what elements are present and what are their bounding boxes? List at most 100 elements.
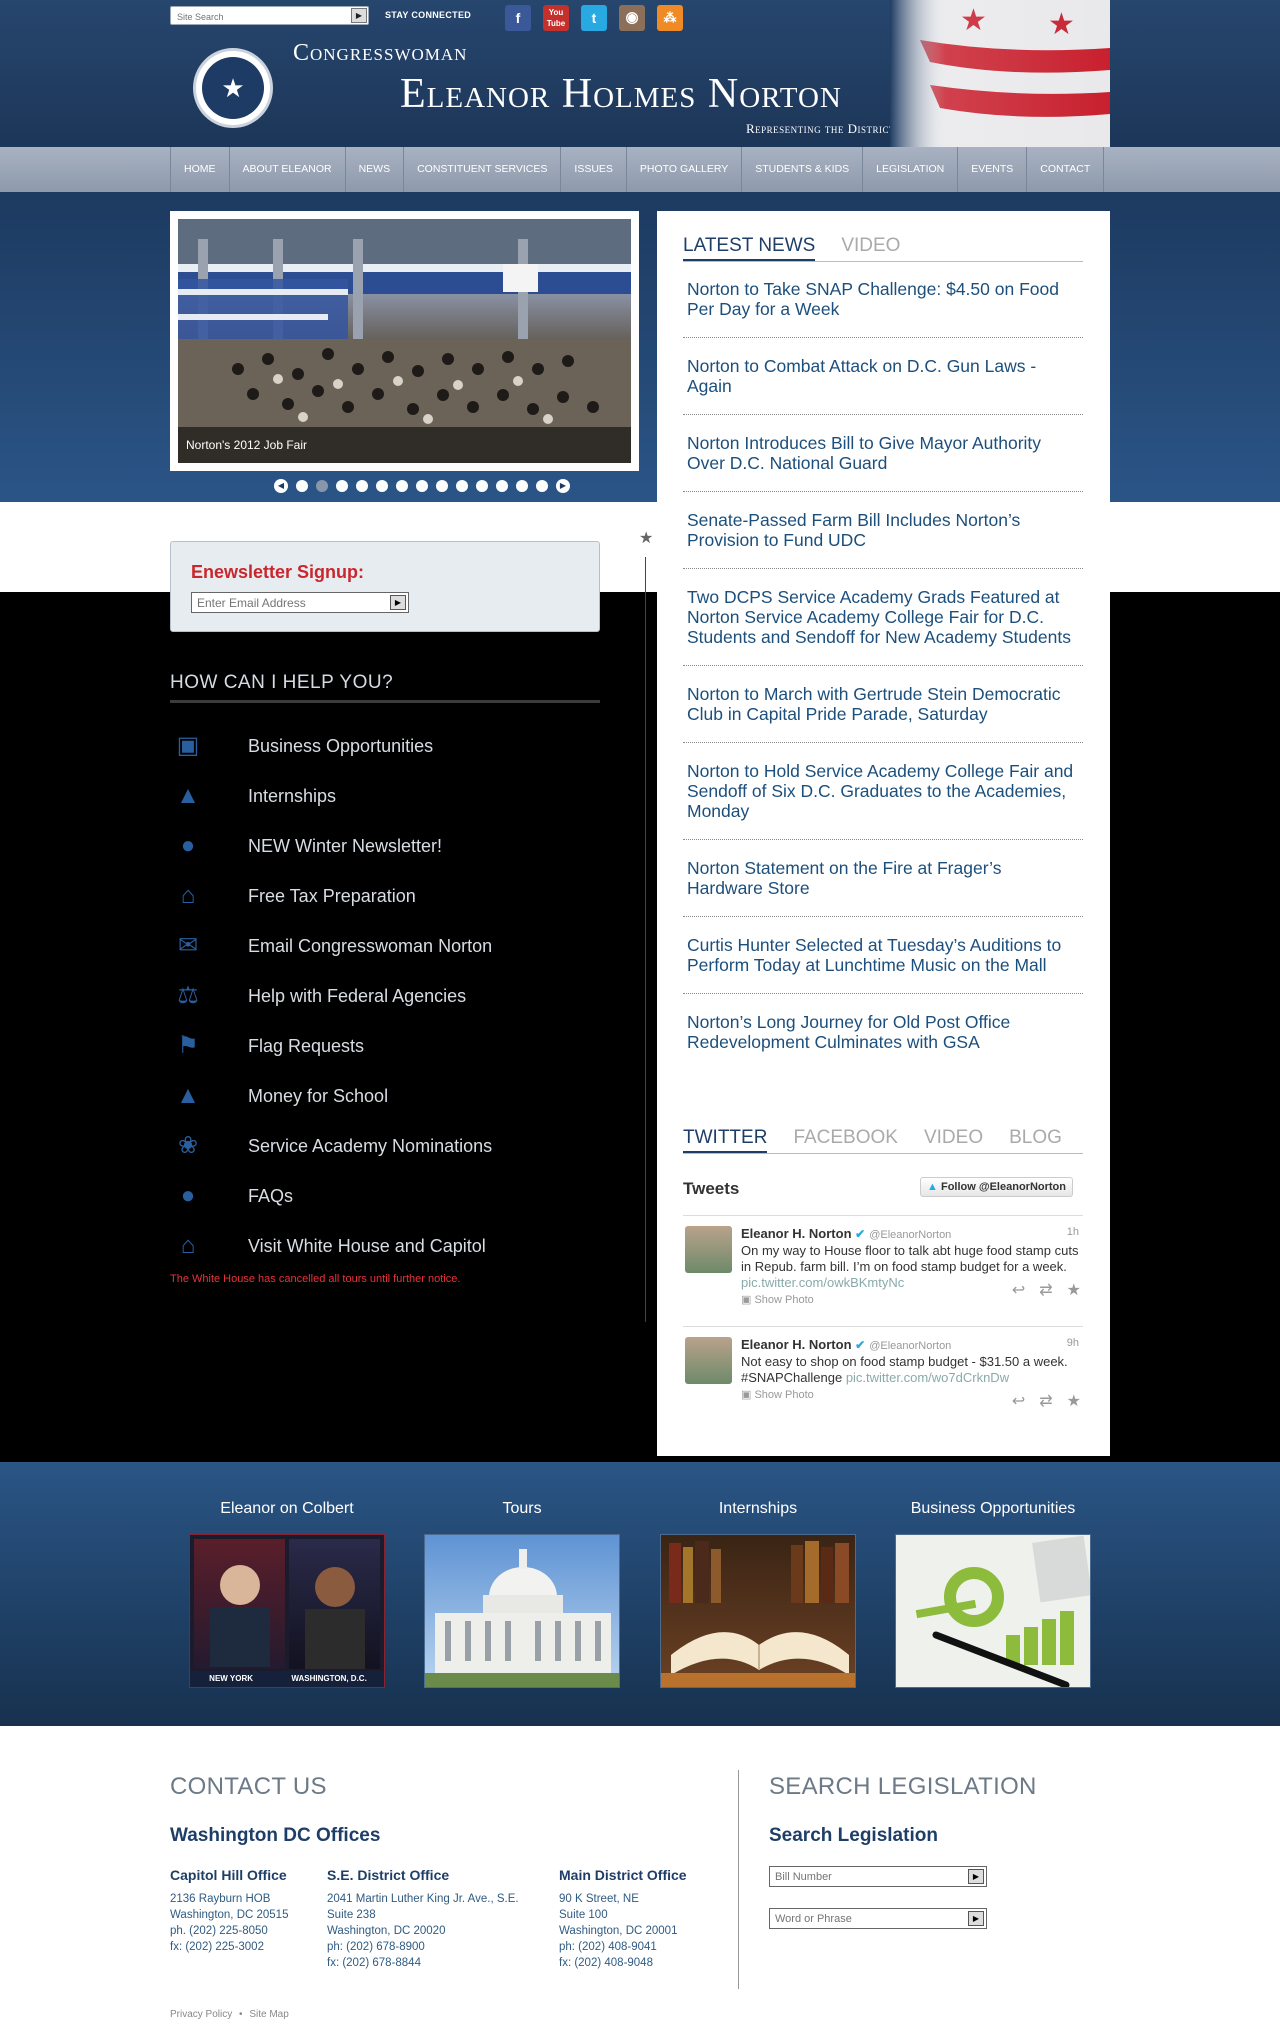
- tweet[interactable]: Eleanor H. Norton ✔ @EleanorNorton 9h Not…: [683, 1326, 1083, 1426]
- slider-dot[interactable]: [356, 480, 368, 492]
- youtube-icon[interactable]: You Tube: [543, 5, 569, 31]
- site-map-link[interactable]: Site Map: [249, 2009, 288, 2020]
- help-item-label[interactable]: Email Congresswoman Norton: [248, 936, 492, 957]
- slider-dot[interactable]: [376, 480, 388, 492]
- capitol-image[interactable]: [424, 1534, 620, 1688]
- retweet-icon[interactable]: ⇄: [1039, 1280, 1052, 1300]
- favorite-icon[interactable]: ★: [1067, 1391, 1081, 1411]
- tab-video[interactable]: VIDEO: [841, 235, 900, 261]
- slider-dot[interactable]: [516, 480, 528, 492]
- slider-dot[interactable]: [456, 480, 468, 492]
- avatar[interactable]: [685, 1226, 732, 1273]
- phrase-input[interactable]: [770, 1909, 960, 1929]
- slider-dot[interactable]: [536, 480, 548, 492]
- help-item-newsletter[interactable]: ● NEW Winter Newsletter!: [170, 821, 492, 871]
- site-search[interactable]: ▶: [170, 6, 369, 26]
- news-link[interactable]: Norton to Take SNAP Challenge: $4.50 on …: [683, 279, 1083, 338]
- help-item-label[interactable]: Visit White House and Capitol: [248, 1236, 486, 1257]
- help-item-business-opportunities[interactable]: ▣ Business Opportunities: [170, 721, 492, 771]
- tab-video-social[interactable]: VIDEO: [924, 1127, 983, 1153]
- nav-legislation[interactable]: LEGISLATION: [862, 147, 957, 192]
- tweet-handle[interactable]: @EleanorNorton: [869, 1340, 951, 1352]
- help-item-label[interactable]: Free Tax Preparation: [248, 886, 416, 907]
- slider-dot[interactable]: [476, 480, 488, 492]
- instagram-icon[interactable]: ◉: [619, 5, 645, 31]
- newsletter-email-input[interactable]: [192, 593, 382, 612]
- tweet-time[interactable]: 9h: [1067, 1337, 1079, 1349]
- business-chart-image[interactable]: [895, 1534, 1091, 1688]
- nav-photo-gallery[interactable]: PHOTO GALLERY: [625, 147, 741, 192]
- news-link[interactable]: Two DCPS Service Academy Grads Featured …: [683, 587, 1083, 666]
- slider-dot[interactable]: [336, 480, 348, 492]
- follow-button[interactable]: ▲ Follow @EleanorNorton: [920, 1177, 1073, 1197]
- help-item-email[interactable]: ✉ Email Congresswoman Norton: [170, 921, 492, 971]
- help-item-label[interactable]: Service Academy Nominations: [248, 1136, 492, 1157]
- nav-contact[interactable]: CONTACT: [1026, 147, 1105, 192]
- help-item-money-for-school[interactable]: ▲ Money for School: [170, 1071, 492, 1121]
- retweet-icon[interactable]: ⇄: [1039, 1391, 1052, 1411]
- twitter-icon[interactable]: t: [581, 5, 607, 31]
- show-photo-link[interactable]: Show Photo: [754, 1389, 813, 1401]
- help-item-internships[interactable]: ▲ Internships: [170, 771, 492, 821]
- promo-business-opportunities[interactable]: Business Opportunities: [895, 1500, 1091, 1688]
- promo-label[interactable]: Business Opportunities: [895, 1500, 1091, 1518]
- slider-dot[interactable]: [396, 480, 408, 492]
- photo-slider[interactable]: Norton's 2012 Job Fair: [170, 211, 639, 471]
- news-link[interactable]: Norton’s Long Journey for Old Post Offic…: [683, 1012, 1083, 1070]
- tab-facebook[interactable]: FACEBOOK: [793, 1127, 898, 1153]
- bill-number-field[interactable]: ▶: [769, 1866, 987, 1887]
- help-item-label[interactable]: Money for School: [248, 1086, 388, 1107]
- avatar[interactable]: [685, 1337, 732, 1384]
- tweet-handle[interactable]: @EleanorNorton: [869, 1229, 951, 1241]
- help-item-label[interactable]: Business Opportunities: [248, 736, 433, 757]
- books-image[interactable]: [660, 1534, 856, 1688]
- slider-dot[interactable]: [296, 480, 308, 492]
- slide-photo[interactable]: Norton's 2012 Job Fair: [178, 219, 631, 463]
- slider-next-icon[interactable]: ▶: [556, 479, 570, 493]
- news-link[interactable]: Norton to Hold Service Academy College F…: [683, 761, 1083, 840]
- help-item-federal-agencies[interactable]: ⚖ Help with Federal Agencies: [170, 971, 492, 1021]
- news-link[interactable]: Norton to March with Gertrude Stein Demo…: [683, 684, 1083, 743]
- nav-home[interactable]: HOME: [170, 147, 229, 192]
- site-title[interactable]: Eleanor Holmes Norton: [400, 70, 842, 118]
- promo-colbert[interactable]: Eleanor on Colbert NEW YORK WASHINGTON, …: [189, 1500, 385, 1688]
- help-item-flag-requests[interactable]: ⚑ Flag Requests: [170, 1021, 492, 1071]
- house-seal-logo[interactable]: ★: [193, 48, 273, 128]
- facebook-icon[interactable]: f: [505, 5, 531, 31]
- reply-icon[interactable]: ↩: [1012, 1280, 1025, 1300]
- tweet-author[interactable]: Eleanor H. Norton: [741, 1226, 852, 1241]
- bill-search-go-icon[interactable]: ▶: [968, 1869, 984, 1884]
- tab-blog[interactable]: BLOG: [1009, 1127, 1062, 1153]
- news-link[interactable]: Senate-Passed Farm Bill Includes Norton’…: [683, 510, 1083, 569]
- help-item-label[interactable]: Internships: [248, 786, 336, 807]
- slider-dot[interactable]: [416, 480, 428, 492]
- site-search-input[interactable]: [171, 8, 346, 26]
- help-item-free-tax-preparation[interactable]: ⌂ Free Tax Preparation: [170, 871, 492, 921]
- news-link[interactable]: Curtis Hunter Selected at Tuesday’s Audi…: [683, 935, 1083, 994]
- tweet-photo-link[interactable]: pic.twitter.com/wo7dCrknDw: [846, 1370, 1009, 1385]
- nav-students-kids[interactable]: STUDENTS & KIDS: [741, 147, 862, 192]
- nav-news[interactable]: NEWS: [344, 147, 404, 192]
- news-link[interactable]: Norton Introduces Bill to Give Mayor Aut…: [683, 433, 1083, 492]
- help-item-label[interactable]: NEW Winter Newsletter!: [248, 836, 442, 857]
- help-item-service-academy[interactable]: ❀ Service Academy Nominations: [170, 1121, 492, 1171]
- reply-icon[interactable]: ↩: [1012, 1391, 1025, 1411]
- promo-internships[interactable]: Internships: [660, 1500, 856, 1688]
- promo-tours[interactable]: Tours: [424, 1500, 620, 1688]
- news-link[interactable]: Norton Statement on the Fire at Frager’s…: [683, 858, 1083, 917]
- nav-constituent-services[interactable]: CONSTITUENT SERVICES: [403, 147, 560, 192]
- help-item-label[interactable]: FAQs: [248, 1186, 293, 1207]
- help-item-faqs[interactable]: ● FAQs: [170, 1171, 492, 1221]
- rss-icon[interactable]: ⁂: [657, 5, 683, 31]
- help-item-label[interactable]: Flag Requests: [248, 1036, 364, 1057]
- phrase-search-go-icon[interactable]: ▶: [968, 1911, 984, 1926]
- tweet-time[interactable]: 1h: [1067, 1226, 1079, 1238]
- colbert-image[interactable]: NEW YORK WASHINGTON, D.C.: [189, 1534, 385, 1688]
- promo-label[interactable]: Eleanor on Colbert: [189, 1500, 385, 1518]
- tab-latest-news[interactable]: LATEST NEWS: [683, 235, 816, 261]
- newsletter-submit-icon[interactable]: ▶: [390, 595, 406, 610]
- nav-about-eleanor[interactable]: ABOUT ELEANOR: [228, 147, 345, 192]
- slider-dot[interactable]: [436, 480, 448, 492]
- nav-issues[interactable]: ISSUES: [560, 147, 626, 192]
- show-photo-link[interactable]: Show Photo: [754, 1294, 813, 1306]
